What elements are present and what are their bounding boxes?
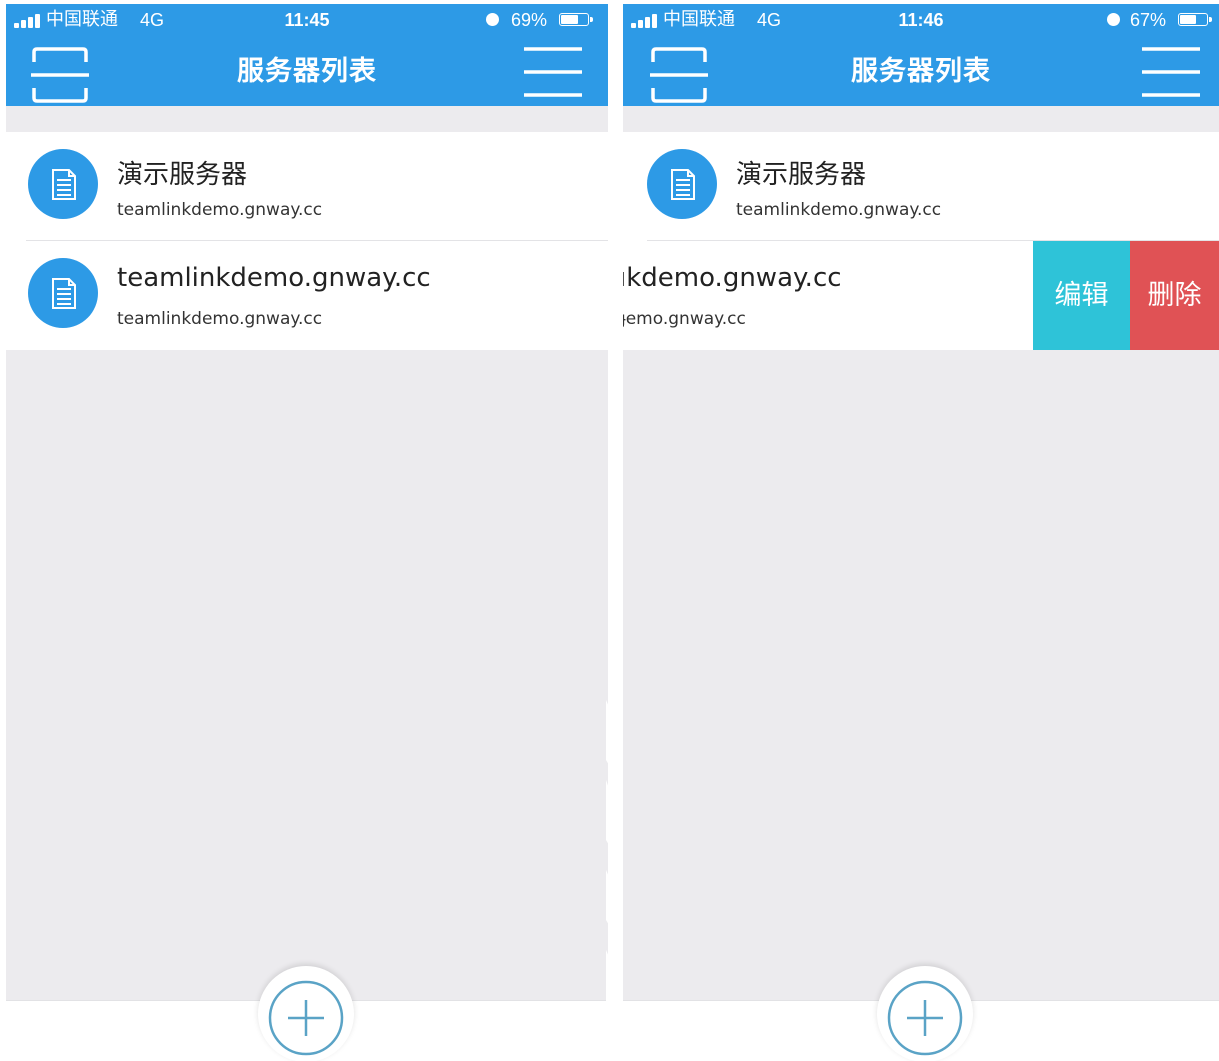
delete-button[interactable]: 删除 [1130,241,1219,350]
server-name: 演示服务器 [736,160,867,190]
server-item[interactable]: teamlinkdemo.gnway.cc teamlinkdemo.gnway… [6,241,608,350]
hamburger-menu-icon [1142,47,1200,97]
server-name: teamlinkdemo.gnway.cc [117,263,431,293]
document-icon [671,169,695,200]
add-server-button[interactable] [258,966,354,1061]
hamburger-menu-icon [524,47,582,97]
status-bar: 中国联通 4G 11:46 67% [623,4,1219,36]
battery-percent: 67% [1130,10,1167,30]
server-address: ɟemo.gnway.cc [623,309,746,329]
alarm-icon [486,13,499,26]
server-avatar [647,149,717,219]
alarm-icon [1107,13,1120,26]
add-server-button[interactable] [877,966,973,1061]
phone-screen-left: 中国联通 4G 11:45 69% 服务器列表 演示服务器 teamlinkde… [6,4,608,1061]
edit-button[interactable]: 编辑 [1033,241,1130,350]
server-name: 演示服务器 [117,160,248,190]
server-avatar [28,258,98,328]
document-icon [52,169,76,200]
server-list: 演示服务器 teamlinkdemo.gnway.cc teamlinkdemo… [6,132,608,350]
battery-icon [559,13,593,26]
menu-button[interactable] [1142,46,1200,104]
server-item[interactable]: 演示服务器 teamlinkdemo.gnway.cc [6,132,608,241]
menu-button[interactable] [524,46,582,104]
plus-circle-icon [887,980,963,1056]
nav-header: 中国联通 4G 11:46 67% 服务器列表 [623,4,1219,106]
document-icon [52,278,76,309]
torn-edge-divider [606,700,624,1030]
server-item[interactable]: 演示服务器 teamlinkdemo.gnway.cc [623,132,1219,241]
server-avatar [28,149,98,219]
status-bar: 中国联通 4G 11:45 69% [6,4,608,36]
battery-icon [1178,13,1212,26]
page-title: 服务器列表 [851,56,991,87]
server-name: ıkdemo.gnway.cc [623,263,842,293]
phone-screen-right: 中国联通 4G 11:46 67% 服务器列表 演示服务器 teamlinkde… [623,4,1219,1061]
battery-percent: 69% [511,10,548,30]
server-address: teamlinkdemo.gnway.cc [736,200,942,220]
page-title: 服务器列表 [237,56,377,87]
server-list: 演示服务器 teamlinkdemo.gnway.cc ıkdemo.gnway… [623,132,1219,350]
screenshot-canvas: 中国联通 4G 11:45 69% 服务器列表 演示服务器 teamlinkde… [0,0,1219,1061]
nav-header: 中国联通 4G 11:45 69% 服务器列表 [6,4,608,106]
server-item-swiped[interactable]: ıkdemo.gnway.cc ɟemo.gnway.cc 编辑 删除 [623,241,1219,350]
plus-circle-icon [268,980,344,1056]
server-address: teamlinkdemo.gnway.cc [117,309,323,329]
server-address: teamlinkdemo.gnway.cc [117,200,323,220]
